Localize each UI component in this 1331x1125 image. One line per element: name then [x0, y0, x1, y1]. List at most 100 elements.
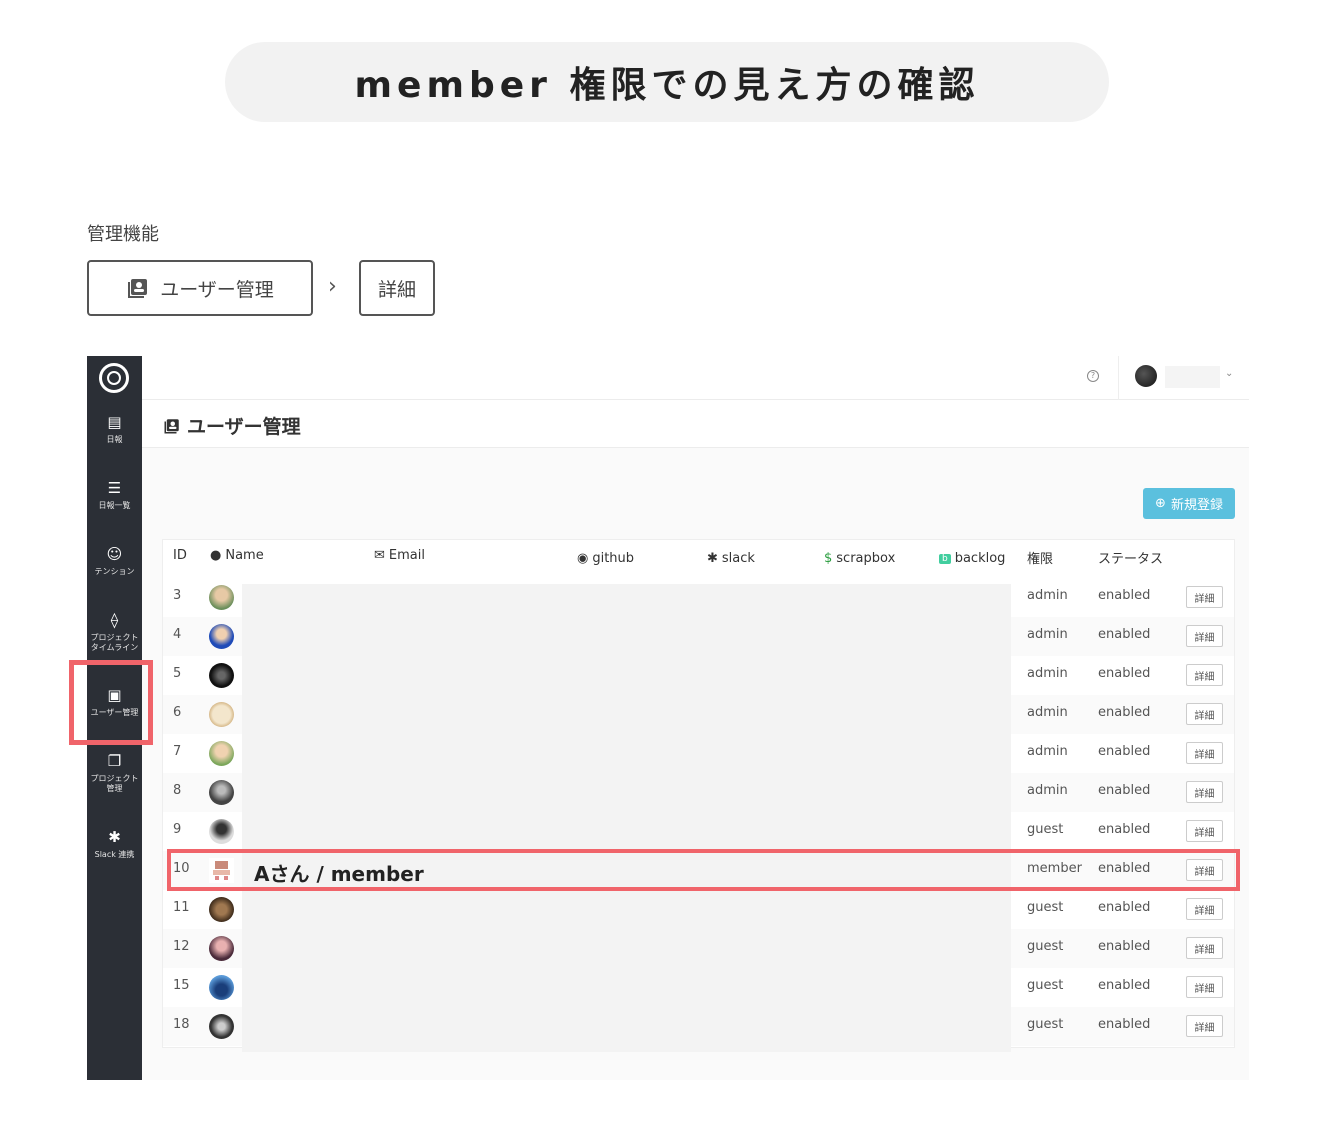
row-id: 12: [173, 939, 190, 954]
redacted-area: [242, 584, 1011, 1052]
header-title: ユーザー管理: [187, 416, 301, 438]
detail-button[interactable]: 詳細: [1186, 625, 1223, 647]
column-header-label: slack: [721, 551, 755, 566]
sidebar-item-label: Slack 連携: [94, 850, 135, 859]
row-id: 9: [173, 822, 182, 837]
detail-button[interactable]: 詳細: [1186, 937, 1223, 959]
avatar: [209, 663, 234, 688]
chevron-right-icon: ›: [328, 274, 337, 299]
chevron-down-icon[interactable]: ⌄: [1225, 368, 1233, 379]
avatar: [209, 936, 234, 961]
column-header-scrapbox: $ scrapbox: [824, 551, 895, 566]
avatar: [209, 702, 234, 727]
row-status: enabled: [1098, 627, 1151, 642]
column-header-id: ID: [173, 548, 187, 563]
column-header-name: ● Name: [210, 548, 264, 563]
top-bar: ? ⌄: [142, 356, 1249, 400]
column-header-label: Email: [388, 548, 425, 563]
row-role: admin: [1027, 705, 1068, 720]
detail-button[interactable]: 詳細: [1186, 898, 1223, 920]
detail-button[interactable]: 詳細: [1186, 976, 1223, 998]
row-status: enabled: [1098, 783, 1151, 798]
row-status: enabled: [1098, 666, 1151, 681]
row-role: admin: [1027, 744, 1068, 759]
row-status: enabled: [1098, 588, 1151, 603]
sidebar-item-label: プロジェクト タイムライン: [90, 633, 139, 652]
page: member 権限での見え方の確認 管理機能 ユーザー管理 › 詳細 ▤ 日報 …: [0, 0, 1331, 1125]
row-status: enabled: [1098, 939, 1151, 954]
user-icon: ●: [210, 548, 222, 563]
sidebar-item-label: 日報一覧: [98, 501, 131, 510]
column-header-label: scrapbox: [836, 551, 896, 566]
column-header-backlog: b backlog: [939, 551, 1005, 566]
avatar: [209, 819, 234, 844]
row-status: enabled: [1098, 900, 1151, 915]
detail-button[interactable]: 詳細: [1186, 781, 1223, 803]
row-status: enabled: [1098, 705, 1151, 720]
row-id: 7: [173, 744, 182, 759]
avatar: [209, 585, 234, 610]
sidebar-item-label: プロジェクト 管理: [90, 774, 139, 793]
highlighted-row-label: Aさん / member: [254, 862, 424, 886]
column-header-label: Name: [225, 548, 264, 563]
page-header: ユーザー管理: [142, 400, 1249, 448]
user-card-icon: [128, 279, 148, 298]
app-screenshot: ▤ 日報 ☰ 日報一覧 ☺ テンション ⟠ プロジェクト タイムライン ▣ ユー…: [87, 356, 1249, 1080]
column-header-slack: ✱ slack: [707, 551, 755, 566]
user-card-icon: [164, 418, 179, 433]
column-header-email: ✉ Email: [374, 548, 425, 563]
row-role: admin: [1027, 783, 1068, 798]
detail-button[interactable]: 詳細: [1186, 703, 1223, 725]
row-role: admin: [1027, 627, 1068, 642]
sidebar-item-project-timeline[interactable]: ⟠ プロジェクト タイムライン: [87, 611, 142, 653]
breadcrumb-user-management: ユーザー管理: [87, 260, 313, 316]
backlog-icon: b: [939, 553, 951, 564]
sidebar-item-tension[interactable]: ☺ テンション: [87, 545, 142, 577]
detail-button[interactable]: 詳細: [1186, 1015, 1223, 1037]
sidebar-item-slack[interactable]: ✱ Slack 連携: [87, 828, 142, 860]
row-id: 6: [173, 705, 182, 720]
page-title: member 権限での見え方の確認: [225, 42, 1109, 122]
user-table: ID ● Name ✉ Email ◉ github ✱ slack $ scrapbox…: [162, 539, 1235, 1052]
mail-icon: ✉: [374, 548, 385, 563]
row-role: guest: [1027, 822, 1064, 837]
column-header-role: 権限: [1027, 552, 1054, 567]
breadcrumb-label: 詳細: [377, 278, 416, 301]
document-icon: ▤: [107, 413, 122, 431]
row-id: 15: [173, 978, 190, 993]
detail-button[interactable]: 詳細: [1186, 820, 1223, 842]
new-register-button[interactable]: ⊕ 新規登録: [1143, 488, 1235, 519]
avatar: [209, 897, 234, 922]
avatar: [209, 624, 234, 649]
row-id: 4: [173, 627, 182, 642]
avatar[interactable]: [1135, 365, 1157, 387]
row-role: guest: [1027, 978, 1064, 993]
divider: [1118, 356, 1119, 400]
sidebar-item-report-list[interactable]: ☰ 日報一覧: [87, 479, 142, 511]
sidebar-item-daily-report[interactable]: ▤ 日報: [87, 413, 142, 445]
github-icon: ◉: [577, 551, 589, 566]
scrapbox-icon: $: [824, 551, 833, 566]
sidebar-item-project-management[interactable]: ❐ プロジェクト 管理: [87, 752, 142, 794]
detail-button[interactable]: 詳細: [1186, 742, 1223, 764]
smile-icon: ☺: [106, 545, 123, 563]
detail-button[interactable]: 詳細: [1186, 586, 1223, 608]
row-status: enabled: [1098, 744, 1151, 759]
slack-icon: ✱: [108, 828, 121, 846]
new-register-label: 新規登録: [1170, 498, 1223, 513]
timeline-icon: ⟠: [110, 611, 119, 629]
sidebar-item-label: 日報: [106, 435, 123, 444]
row-role: admin: [1027, 588, 1068, 603]
breadcrumb-detail: 詳細: [359, 260, 435, 316]
help-icon[interactable]: ?: [1087, 370, 1099, 382]
row-id: 8: [173, 783, 182, 798]
user-name-redacted[interactable]: [1165, 366, 1220, 388]
sidebar-item-label: テンション: [94, 567, 135, 576]
list-icon: ☰: [107, 479, 122, 497]
app-logo-icon[interactable]: [99, 363, 129, 393]
column-header-status: ステータス: [1098, 552, 1164, 567]
highlight-box-sidebar: [69, 660, 153, 745]
column-header-label: backlog: [954, 551, 1006, 566]
row-status: enabled: [1098, 822, 1151, 837]
detail-button[interactable]: 詳細: [1186, 664, 1223, 686]
